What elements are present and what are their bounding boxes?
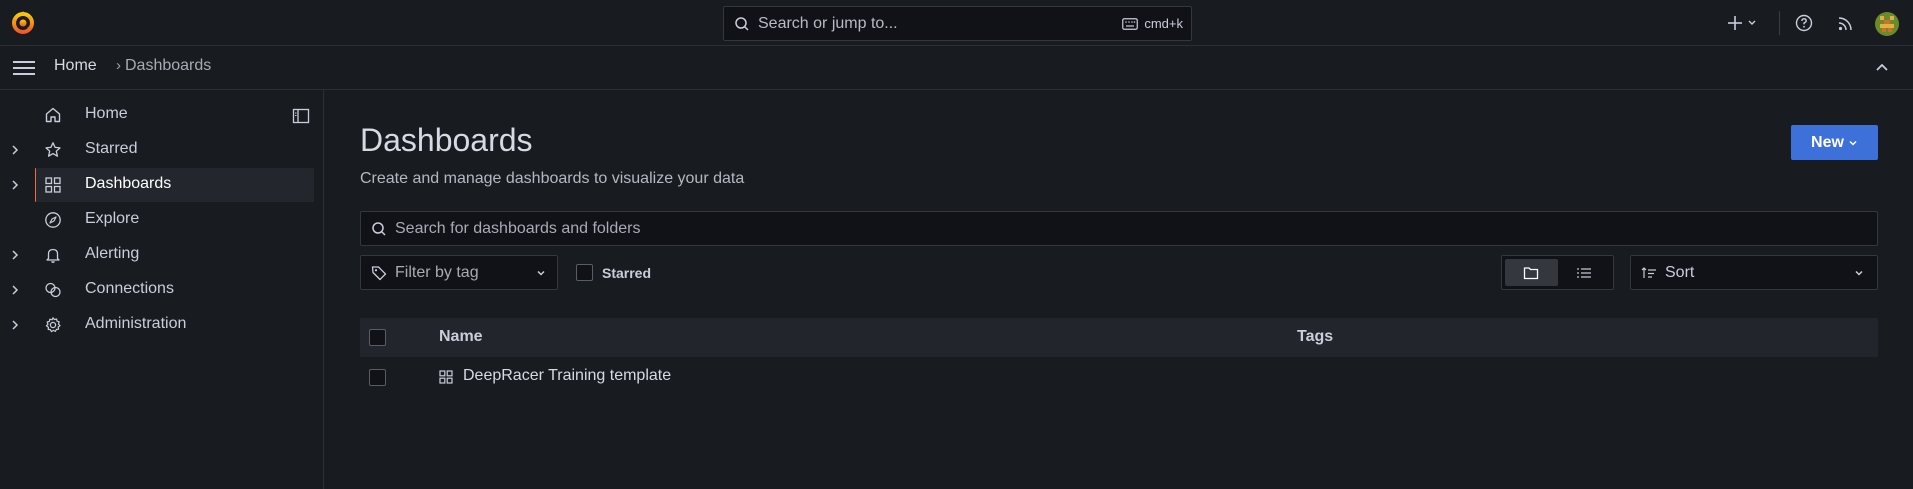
user-avatar-icon[interactable] [1875,12,1899,36]
top-bar: Search or jump to... cmd+k [0,0,1913,46]
new-button[interactable]: New [1791,125,1878,160]
sidebar-item-label: Explore [85,210,140,227]
sort-select[interactable]: Sort [1630,255,1878,290]
chevron-right-icon[interactable] [10,179,20,191]
breadcrumb-bar: Home › Dashboards [0,46,1913,90]
column-header-tags: Tags [1297,328,1334,345]
link-icon [45,282,61,298]
sidebar-item-administration[interactable]: Administration [0,308,314,342]
list-view-button[interactable] [1558,259,1611,286]
sidebar-item-label: Alerting [85,245,140,262]
keyboard-icon [1122,17,1139,30]
sidebar-item-connections[interactable]: Connections [0,273,314,307]
folder-icon [1524,266,1539,279]
new-button-label: New [1811,133,1844,151]
sidebar-item-dashboards[interactable]: Dashboards [36,168,314,202]
sort-label: Sort [1665,263,1695,281]
filter-by-tag-placeholder: Filter by tag [395,263,479,281]
chevron-down-icon [537,270,545,276]
dashboard-name-link[interactable]: DeepRacer Training template [463,367,671,385]
breadcrumb-home-link[interactable]: Home [54,57,97,75]
sidebar-item-alerting[interactable]: Alerting [0,238,314,272]
star-icon [45,142,61,157]
sidebar-item-label: Administration [85,315,187,332]
news-rss-icon[interactable] [1837,14,1855,32]
tag-icon [371,265,387,280]
cog-icon [45,317,61,333]
search-icon [735,16,749,31]
breadcrumb-separator: › [116,57,121,74]
sidebar-nav: Home Starred Dashboards Explore Alerting… [0,90,324,489]
keyboard-shortcut-hint: cmd+k [1122,16,1183,31]
table-row[interactable]: DeepRacer Training template [360,357,1878,397]
chevron-right-icon[interactable] [10,144,20,156]
sort-amount-icon [1641,266,1656,278]
search-icon [372,221,386,236]
select-all-checkbox[interactable] [369,329,386,346]
home-icon [45,107,61,123]
add-menu-button[interactable] [1727,14,1757,32]
sidebar-item-label: Starred [85,140,138,157]
chevron-right-icon[interactable] [10,284,20,296]
sidebar-item-starred[interactable]: Starred [0,133,314,167]
menu-icon[interactable] [12,58,36,78]
dock-menu-icon[interactable] [292,107,310,125]
page-subtitle: Create and manage dashboards to visualiz… [360,170,745,187]
folder-view-button[interactable] [1505,259,1558,286]
sidebar-item-label: Connections [85,280,174,297]
sidebar-item-explore[interactable]: Explore [0,203,314,237]
topbar-divider [1779,11,1780,35]
chevron-down-icon [1855,270,1863,276]
view-mode-toggle [1501,255,1614,290]
global-search-placeholder: Search or jump to... [758,14,898,32]
dashboard-search-input[interactable]: Search for dashboards and folders [360,211,1878,246]
apps-icon [45,177,61,193]
row-checkbox[interactable] [369,369,386,386]
grafana-logo-icon[interactable] [10,10,36,36]
starred-filter[interactable]: Starred [576,264,651,281]
list-icon [1576,267,1591,278]
page-title: Dashboards [360,122,533,158]
sidebar-item-label: Home [85,105,128,122]
chevron-down-icon [1849,140,1857,146]
bell-icon [46,248,60,263]
starred-label: Starred [602,264,652,281]
apps-icon [439,370,453,384]
compass-icon [45,212,61,228]
filter-by-tag-select[interactable]: Filter by tag [360,255,558,290]
dashboard-search-placeholder: Search for dashboards and folders [395,219,641,237]
breadcrumb-current: Dashboards [125,57,212,74]
help-icon[interactable] [1795,14,1813,32]
column-header-name[interactable]: Name [439,328,483,346]
chevron-up-icon[interactable] [1875,60,1889,74]
sidebar-item-label: Dashboards [85,175,172,192]
table-header: Name Tags [360,318,1878,357]
chevron-right-icon[interactable] [10,249,20,261]
starred-checkbox[interactable] [576,264,593,281]
chevron-right-icon[interactable] [10,319,20,331]
shortcut-label: cmd+k [1144,16,1183,31]
global-search-input[interactable]: Search or jump to... cmd+k [723,6,1192,41]
sidebar-item-home[interactable]: Home [0,98,314,132]
